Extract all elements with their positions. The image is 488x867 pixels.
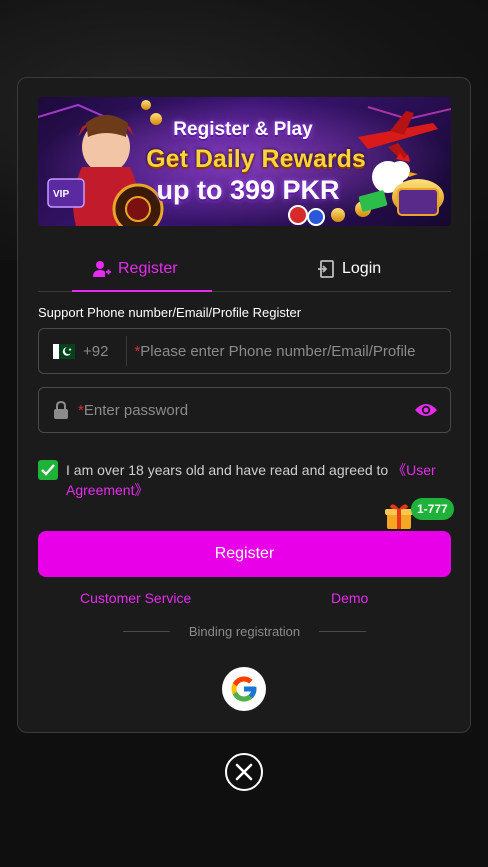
customer-service-link[interactable]: Customer Service [80, 590, 191, 606]
close-icon [235, 763, 253, 781]
vip-label: VIP [53, 189, 70, 200]
binding-label: Binding registration [188, 624, 301, 639]
tab-register[interactable]: Register [72, 246, 212, 292]
agree-checkbox[interactable] [38, 460, 58, 480]
demo-link[interactable]: Demo [331, 590, 368, 606]
country-code[interactable]: +92 [83, 343, 108, 360]
pakistan-flag-icon [53, 343, 75, 359]
auth-tabs: Register Login [38, 246, 451, 292]
register-button[interactable]: Register [38, 531, 451, 577]
agreement-text: I am over 18 years old and have read and… [66, 462, 436, 498]
promo-badge: 1-777 [411, 498, 454, 520]
binding-divider: Binding registration [123, 624, 366, 639]
tab-register-label: Register [118, 260, 178, 277]
agreement-row: I am over 18 years old and have read and… [38, 460, 451, 500]
password-field[interactable]: *Enter password [38, 387, 451, 433]
user-add-icon [93, 261, 111, 277]
google-icon [231, 676, 257, 702]
lock-icon [54, 401, 68, 419]
field-divider [126, 336, 128, 366]
phone-field[interactable]: +92 *Please enter Phone number/Email/Pro… [38, 328, 451, 374]
gift-icon [385, 504, 413, 529]
eye-icon[interactable] [414, 400, 438, 420]
divider-line-left [123, 631, 170, 632]
banner-headline: Register & Play [173, 119, 313, 140]
support-text: Support Phone number/Email/Profile Regis… [38, 305, 302, 320]
banner-amount: up to 399 PKR [156, 175, 340, 205]
active-tab-indicator [72, 290, 212, 292]
check-icon [41, 464, 55, 476]
phone-input[interactable]: *Please enter Phone number/Email/Profile [134, 343, 415, 360]
tab-login[interactable]: Login [298, 246, 381, 292]
tab-login-label: Login [342, 260, 382, 277]
register-modal: Register & Play Get Daily Rewards up to … [17, 77, 471, 733]
divider-line-right [318, 631, 366, 632]
google-login-button[interactable] [222, 667, 266, 711]
banner-subheadline: Get Daily Rewards [146, 145, 366, 173]
promo-banner[interactable]: Register & Play Get Daily Rewards up to … [38, 97, 451, 226]
login-icon [318, 260, 334, 278]
close-button[interactable] [225, 753, 263, 791]
password-input[interactable]: *Enter password [78, 402, 188, 419]
